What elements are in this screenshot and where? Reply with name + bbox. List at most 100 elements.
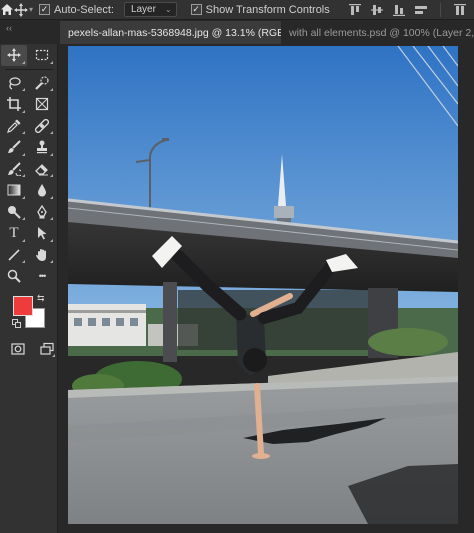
submenu-indicator [22, 195, 25, 199]
options-bar: ▾ ✓ Auto-Select: Layer ⌄ ✓ Show Transfor… [0, 0, 474, 20]
align-vertical-center-button[interactable] [368, 0, 386, 20]
move-tool-preset-button[interactable]: ▾ [14, 0, 33, 20]
magnifier-icon [7, 270, 21, 283]
default-colors-icon[interactable] [12, 318, 21, 328]
document-canvas[interactable] [68, 46, 458, 524]
foreground-color-swatch[interactable] [13, 295, 33, 316]
vertical-scrollbar[interactable] [459, 44, 474, 533]
home-icon [1, 4, 13, 15]
distribute-top-icon [453, 3, 466, 15]
clone-stamp-tool[interactable] [29, 137, 55, 158]
align-middle-icon [370, 4, 383, 15]
checkmark-icon: ✓ [190, 4, 202, 15]
gradient-tool[interactable] [1, 180, 27, 201]
submenu-indicator [50, 174, 53, 177]
stamp-icon [37, 140, 47, 154]
swap-colors-icon[interactable]: ⇆ [37, 293, 45, 304]
hand-icon [36, 248, 46, 261]
submenu-indicator [52, 354, 55, 357]
type-icon: T [9, 224, 19, 241]
frame-icon [35, 98, 49, 111]
auto-select-label: Auto-Select: [54, 3, 114, 16]
submenu-indicator [22, 217, 25, 220]
home-button[interactable] [0, 0, 14, 20]
auto-select-checkbox[interactable]: ✓ Auto-Select: [39, 4, 114, 16]
align-top-button[interactable] [346, 0, 364, 20]
droplet-icon [38, 184, 46, 197]
quick-selection-icon [35, 76, 49, 90]
move-tool[interactable] [1, 45, 27, 66]
frame-tool[interactable] [29, 94, 55, 115]
align-buttons [346, 0, 474, 20]
document-workspace[interactable] [59, 44, 474, 533]
align-top-icon [348, 3, 361, 15]
auto-select-target-dropdown[interactable]: Layer ⌄ [123, 2, 177, 17]
lasso-tool[interactable] [1, 73, 27, 94]
crop-tool[interactable] [1, 94, 27, 115]
submenu-indicator [50, 131, 53, 134]
submenu-indicator [22, 60, 25, 64]
move-icon [14, 2, 28, 17]
color-swatches: ⇆ [0, 293, 58, 335]
line-tool[interactable] [1, 245, 27, 266]
submenu-indicator [22, 88, 25, 91]
divider [5, 68, 53, 70]
arrow-cursor-icon [38, 227, 47, 240]
submenu-indicator [50, 238, 53, 242]
more-tools-button[interactable]: ••• [29, 266, 55, 287]
submenu-indicator [22, 174, 25, 177]
align-bottom-button[interactable] [390, 0, 408, 20]
show-transform-controls-checkbox[interactable]: ✓ Show Transform Controls [190, 3, 330, 16]
quick-selection-tool[interactable] [29, 73, 55, 94]
submenu-indicator [22, 260, 25, 263]
ellipsis-icon: ••• [38, 270, 47, 281]
marquee-tool[interactable] [29, 45, 55, 66]
submenu-indicator [22, 131, 25, 134]
submenu-indicator [22, 152, 25, 156]
hand-tool[interactable] [29, 245, 55, 266]
blur-tool[interactable] [29, 180, 55, 201]
submenu-indicator [50, 88, 53, 91]
align-left-icon [414, 5, 427, 14]
divider [439, 2, 441, 17]
screen-mode-button[interactable] [38, 339, 58, 360]
lasso-icon [9, 77, 21, 90]
history-brush-icon [8, 162, 21, 176]
checkmark-icon: ✓ [39, 4, 51, 15]
history-brush-tool[interactable] [1, 159, 27, 180]
submenu-indicator [22, 238, 25, 242]
eyedropper-tool[interactable] [1, 116, 27, 137]
eraser-tool[interactable] [29, 159, 55, 180]
submenu-indicator [50, 195, 53, 199]
tab-pexels-document[interactable]: pexels-allan-mas-5368948.jpg @ 13.1% (RG… [60, 21, 281, 44]
chevron-down-icon: ⌄ [164, 5, 172, 14]
type-tool[interactable]: T [1, 223, 27, 244]
rectangular-marquee-icon [35, 50, 49, 61]
tab-with-all-elements-document[interactable]: with all elements.psd @ 100% (Layer 2, R… [281, 21, 474, 44]
move-icon [7, 48, 21, 63]
healing-brush-tool[interactable] [29, 116, 55, 137]
zoom-tool[interactable] [1, 266, 27, 287]
collapse-toolbar-button[interactable]: ‹‹ [0, 21, 60, 44]
pen-icon [37, 204, 47, 219]
quick-mask-icon [11, 343, 25, 355]
path-selection-tool[interactable] [29, 223, 55, 244]
tools-panel: T ••• ⇆ [0, 44, 58, 533]
show-transform-controls-label: Show Transform Controls [205, 3, 330, 16]
eraser-icon [35, 163, 48, 176]
bandage-icon [35, 118, 49, 133]
align-left-button[interactable] [412, 0, 430, 20]
tab-label: with all elements.psd @ 100% (Layer 2, R… [289, 26, 474, 39]
quick-mask-button[interactable] [8, 339, 28, 360]
brush-icon [8, 140, 21, 154]
document-tab-bar: ‹‹ pexels-allan-mas-5368948.jpg @ 13.1% … [0, 21, 474, 44]
brush-tool[interactable] [1, 137, 27, 158]
tab-label: pexels-allan-mas-5368948.jpg @ 13.1% (RG… [68, 26, 281, 39]
line-icon [8, 249, 20, 261]
dodge-tool[interactable] [1, 202, 27, 223]
pen-tool[interactable] [29, 202, 55, 223]
submenu-indicator [50, 260, 53, 263]
submenu-indicator [50, 152, 53, 156]
dodge-icon [8, 205, 21, 219]
distribute-top-button[interactable] [451, 0, 469, 20]
